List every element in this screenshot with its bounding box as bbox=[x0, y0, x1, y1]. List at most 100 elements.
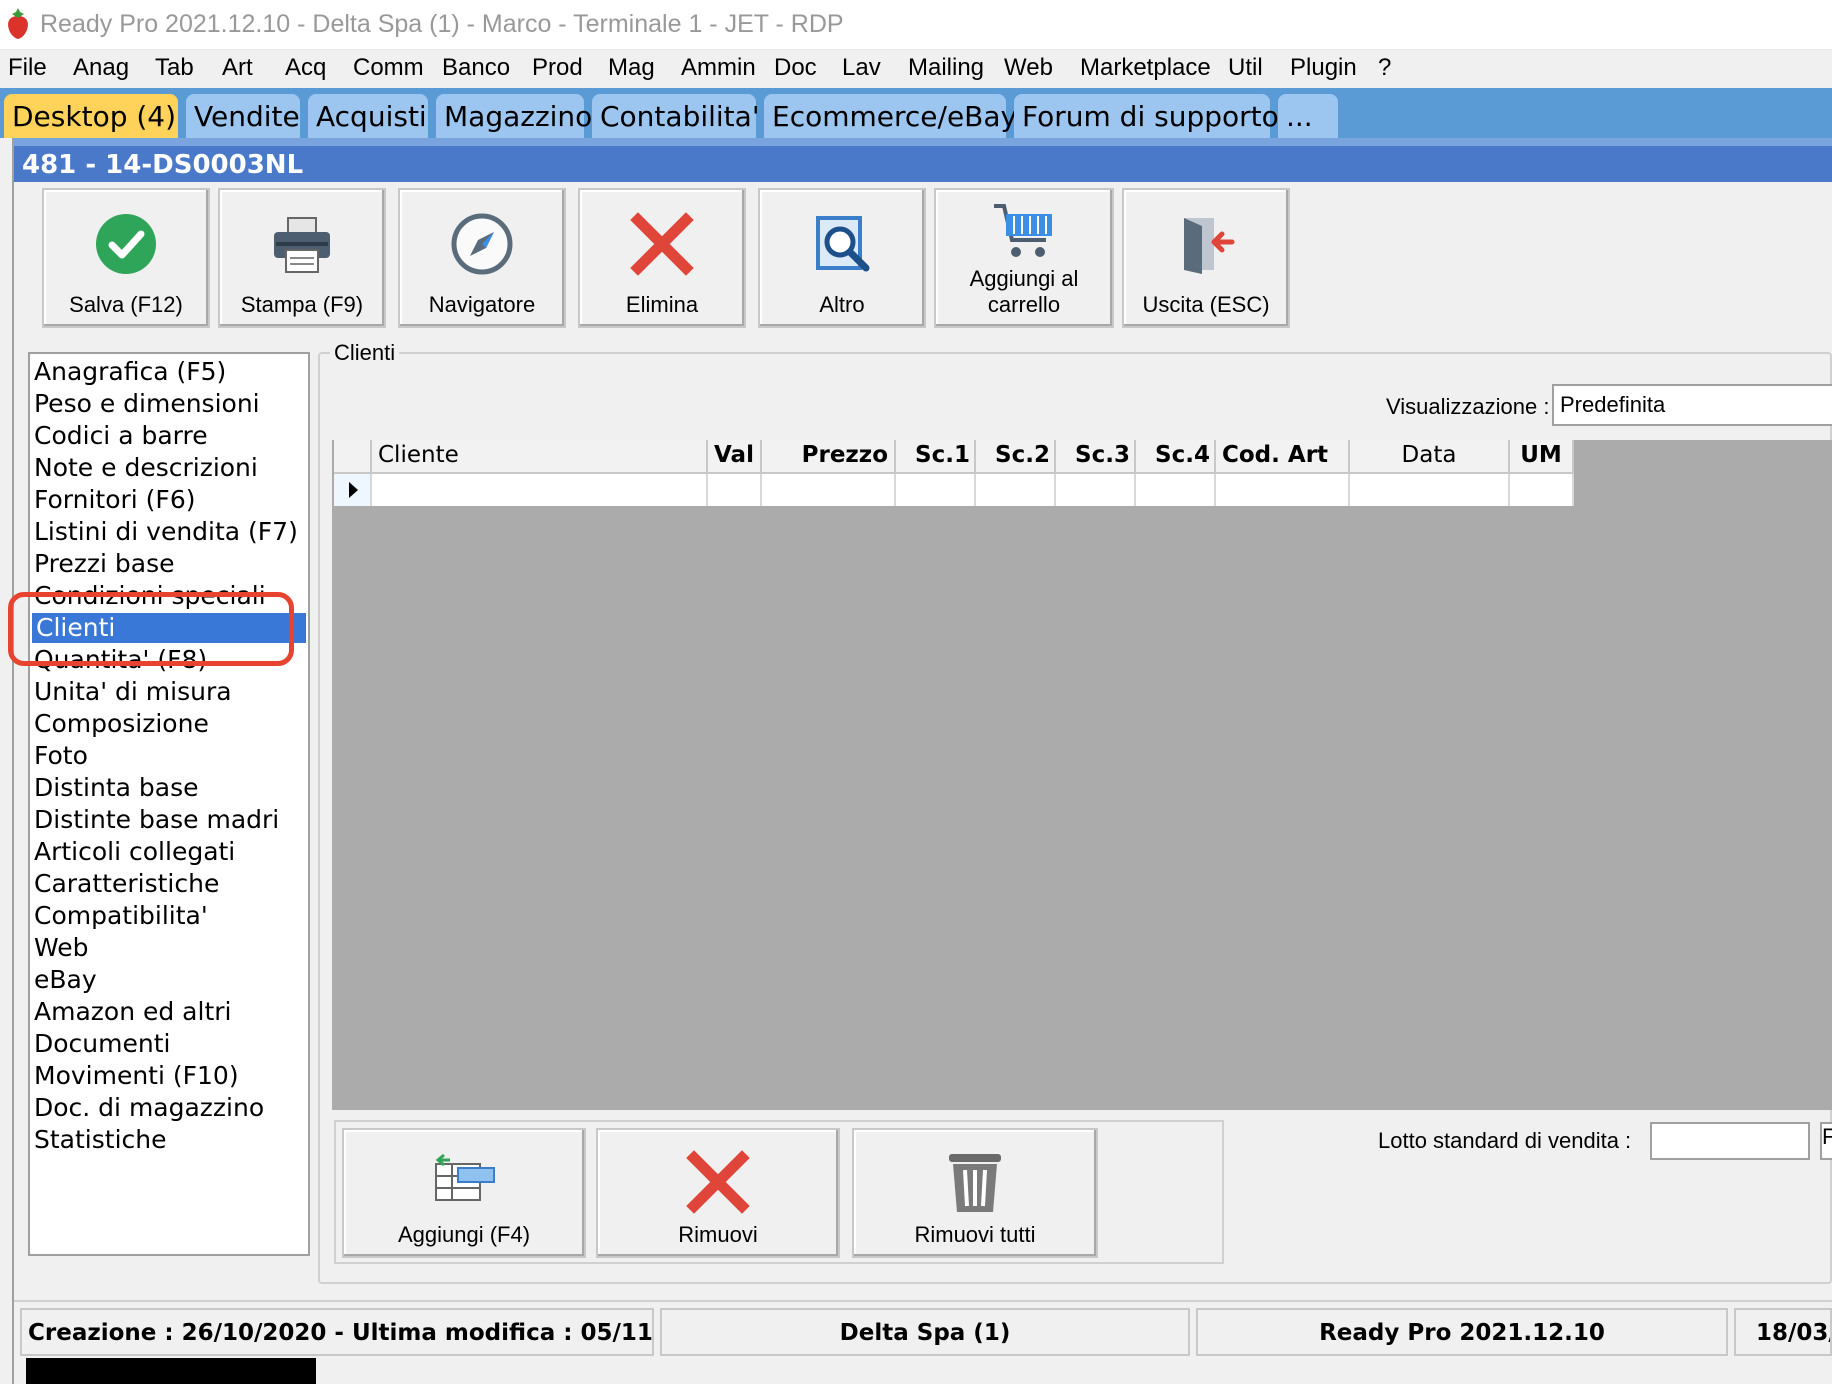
menu-prod[interactable]: Prod bbox=[532, 54, 583, 82]
remove-all-button[interactable]: Rimuovi tutti bbox=[852, 1128, 1098, 1258]
grid-col-cliente[interactable]: Cliente bbox=[372, 440, 708, 474]
menu-lav[interactable]: Lav bbox=[842, 54, 881, 82]
print-button[interactable]: Stampa (F9) bbox=[218, 188, 386, 328]
list-item-listini[interactable]: Listini di vendita (F7) bbox=[34, 517, 298, 547]
grid-col-sc3[interactable]: Sc.3 bbox=[1056, 440, 1136, 474]
grid-header: Cliente Val Prezzo Sc.1 Sc.2 Sc.3 Sc.4 C… bbox=[334, 440, 1574, 474]
list-item-doc-magazzino[interactable]: Doc. di magazzino bbox=[34, 1093, 264, 1123]
clients-grid[interactable] bbox=[332, 440, 1832, 1110]
delete-label: Elimina bbox=[625, 292, 699, 317]
list-item-ebay[interactable]: eBay bbox=[34, 965, 97, 995]
cell-um[interactable] bbox=[1510, 474, 1574, 506]
grid-col-sc2[interactable]: Sc.2 bbox=[976, 440, 1056, 474]
row-indicator bbox=[334, 474, 372, 506]
exit-button[interactable]: Uscita (ESC) bbox=[1122, 188, 1290, 328]
lotto-extra-field[interactable]: F bbox=[1820, 1122, 1832, 1160]
close-icon bbox=[630, 212, 694, 276]
list-item-foto[interactable]: Foto bbox=[34, 741, 88, 771]
list-item-articoli-collegati[interactable]: Articoli collegati bbox=[34, 837, 235, 867]
cell-cod-art[interactable] bbox=[1216, 474, 1350, 506]
list-item-documenti[interactable]: Documenti bbox=[34, 1029, 170, 1059]
tab-acquisti[interactable]: Acquisti bbox=[308, 94, 428, 138]
taskbar-fragment bbox=[26, 1358, 316, 1384]
grid-col-val[interactable]: Val bbox=[708, 440, 762, 474]
add-to-cart-button[interactable]: Aggiungi al carrello bbox=[934, 188, 1114, 328]
list-item-distinte-madri[interactable]: Distinte base madri bbox=[34, 805, 279, 835]
menu-marketplace[interactable]: Marketplace bbox=[1080, 54, 1211, 82]
tab-more[interactable]: ... bbox=[1278, 94, 1338, 138]
menu-ammin[interactable]: Ammin bbox=[681, 54, 756, 82]
lotto-input[interactable] bbox=[1650, 1122, 1810, 1160]
status-version: Ready Pro 2021.12.10 bbox=[1196, 1308, 1728, 1356]
grid-col-data[interactable]: Data bbox=[1350, 440, 1510, 474]
remove-label: Rimuovi bbox=[678, 1222, 758, 1247]
list-item-prezzi-base[interactable]: Prezzi base bbox=[34, 549, 174, 579]
list-item-caratteristiche[interactable]: Caratteristiche bbox=[34, 869, 219, 899]
status-dates: Creazione : 26/10/2020 - Ultima modifica… bbox=[20, 1308, 654, 1356]
list-item-peso[interactable]: Peso e dimensioni bbox=[34, 389, 260, 419]
cell-sc2[interactable] bbox=[976, 474, 1056, 506]
tab-contabilita[interactable]: Contabilita' bbox=[592, 94, 760, 138]
tab-magazzino[interactable]: Magazzino bbox=[436, 94, 592, 138]
form-header: 481 - 14-DS0003NL bbox=[14, 146, 1832, 182]
menu-doc[interactable]: Doc bbox=[774, 54, 817, 82]
menu-tab[interactable]: Tab bbox=[155, 54, 194, 82]
menu-comm[interactable]: Comm bbox=[353, 54, 424, 82]
grid-col-sc1[interactable]: Sc.1 bbox=[896, 440, 976, 474]
tab-ecommerce[interactable]: Ecommerce/eBay bbox=[764, 94, 1017, 138]
check-icon bbox=[96, 214, 156, 274]
grid-col-prezzo[interactable]: Prezzo bbox=[762, 440, 896, 474]
cell-prezzo[interactable] bbox=[762, 474, 896, 506]
tab-vendite[interactable]: Vendite bbox=[186, 94, 300, 138]
remove-button[interactable]: Rimuovi bbox=[596, 1128, 840, 1258]
annotation-highlight bbox=[8, 592, 294, 666]
exit-door-icon bbox=[1184, 218, 1235, 274]
grid-col-um[interactable]: UM bbox=[1510, 440, 1574, 474]
grid-col-cod-art[interactable]: Cod. Art bbox=[1216, 440, 1350, 474]
menu-mag[interactable]: Mag bbox=[608, 54, 655, 82]
list-item-distinta[interactable]: Distinta base bbox=[34, 773, 198, 803]
list-item-fornitori[interactable]: Fornitori (F6) bbox=[34, 485, 195, 515]
print-label: Stampa (F9) bbox=[240, 292, 364, 317]
menu-util[interactable]: Util bbox=[1228, 54, 1263, 82]
menu-acq[interactable]: Acq bbox=[285, 54, 326, 82]
other-button[interactable]: Altro bbox=[758, 188, 926, 328]
save-label: Salva (F12) bbox=[69, 292, 183, 317]
list-item-compatibilita[interactable]: Compatibilita' bbox=[34, 901, 208, 931]
view-select[interactable]: Predefinita bbox=[1552, 384, 1832, 426]
menu-anag[interactable]: Anag bbox=[73, 54, 129, 82]
menu-art[interactable]: Art bbox=[222, 54, 253, 82]
tab-forum[interactable]: Forum di supporto bbox=[1014, 94, 1279, 138]
menu-help[interactable]: ? bbox=[1378, 54, 1391, 82]
list-item-note[interactable]: Note e descrizioni bbox=[34, 453, 258, 483]
list-item-amazon[interactable]: Amazon ed altri bbox=[34, 997, 231, 1027]
list-item-composizione[interactable]: Composizione bbox=[34, 709, 209, 739]
save-button[interactable]: Salva (F12) bbox=[42, 188, 210, 328]
add-row-icon bbox=[435, 1153, 495, 1201]
menu-mailing[interactable]: Mailing bbox=[908, 54, 984, 82]
menu-file[interactable]: File bbox=[8, 54, 47, 82]
tab-desktop[interactable]: Desktop (4) bbox=[4, 94, 178, 138]
list-item-statistiche[interactable]: Statistiche bbox=[34, 1125, 166, 1155]
cell-val[interactable] bbox=[708, 474, 762, 506]
list-item-codici[interactable]: Codici a barre bbox=[34, 421, 208, 451]
list-item-anagrafica[interactable]: Anagrafica (F5) bbox=[34, 357, 226, 387]
cell-sc3[interactable] bbox=[1056, 474, 1136, 506]
table-row[interactable] bbox=[334, 474, 1574, 506]
list-item-web[interactable]: Web bbox=[34, 933, 89, 963]
title-bar: Ready Pro 2021.12.10 - Delta Spa (1) - M… bbox=[0, 0, 1832, 50]
cell-data[interactable] bbox=[1350, 474, 1510, 506]
menu-web[interactable]: Web bbox=[1004, 54, 1053, 82]
list-item-movimenti[interactable]: Movimenti (F10) bbox=[34, 1061, 239, 1091]
cell-sc4[interactable] bbox=[1136, 474, 1216, 506]
add-client-button[interactable]: Aggiungi (F4) bbox=[342, 1128, 586, 1258]
list-item-unita[interactable]: Unita' di misura bbox=[34, 677, 232, 707]
other-label: Altro bbox=[819, 292, 865, 317]
navigator-button[interactable]: Navigatore bbox=[398, 188, 566, 328]
delete-button[interactable]: Elimina bbox=[578, 188, 746, 328]
grid-col-sc4[interactable]: Sc.4 bbox=[1136, 440, 1216, 474]
menu-plugin[interactable]: Plugin bbox=[1290, 54, 1357, 82]
cell-cliente[interactable] bbox=[372, 474, 708, 506]
menu-banco[interactable]: Banco bbox=[442, 54, 510, 82]
cell-sc1[interactable] bbox=[896, 474, 976, 506]
